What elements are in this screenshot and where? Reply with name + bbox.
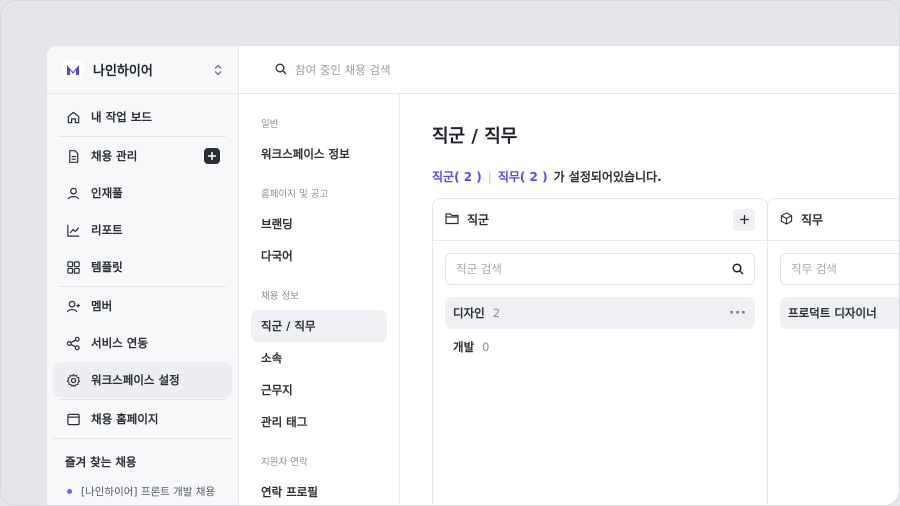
- favorite-item[interactable]: [나인하이어] 프론트 개발 채용: [47, 478, 238, 499]
- sidebar-item-label: 멤버: [91, 299, 113, 313]
- submenu-group-title: 일반: [261, 119, 279, 130]
- app-window: 나인하이어 내 작업 보드 채용 관리 인재풀 리포트 템플릿 멤버 서비스 연…: [46, 45, 899, 505]
- gear-icon: [65, 372, 81, 388]
- summary-separator: |: [487, 169, 492, 184]
- job-group-panel: 직군 디자인 2 ··· 개발: [432, 198, 768, 505]
- submenu-item-workspace-info[interactable]: 워크스페이스 정보: [251, 138, 387, 170]
- sidebar-item-dashboard[interactable]: 내 작업 보드: [53, 99, 232, 135]
- add-job-group-button[interactable]: [733, 208, 755, 231]
- sidebar-item-label: 서비스 연동: [91, 336, 148, 350]
- search-icon[interactable]: [732, 260, 744, 279]
- sidebar-item-member[interactable]: 멤버: [53, 288, 232, 324]
- job-role-panel-title: 직무: [801, 213, 824, 227]
- job-group-count-link[interactable]: 직군( 2 ): [432, 168, 482, 185]
- submenu-item-branding[interactable]: 브랜딩: [251, 208, 387, 240]
- grid-icon: [65, 259, 81, 275]
- workspace-switcher[interactable]: 나인하이어: [47, 46, 238, 94]
- browser-window-icon: [65, 411, 81, 427]
- sidebar-item-label: 템플릿: [91, 260, 123, 274]
- divider: [59, 286, 226, 287]
- job-role-search-input[interactable]: [791, 262, 899, 276]
- submenu-item-workplace[interactable]: 근무지: [251, 374, 387, 406]
- job-role-search-field[interactable]: [780, 253, 899, 285]
- app-frame: 나인하이어 내 작업 보드 채용 관리 인재풀 리포트 템플릿 멤버 서비스 연…: [0, 0, 900, 506]
- sidebar-item-workspace-settings[interactable]: 워크스페이스 설정: [53, 362, 232, 398]
- submenu-item-affiliation[interactable]: 소속: [251, 342, 387, 374]
- job-group-name: 디자인: [453, 306, 485, 320]
- job-role-panel: 직무 프로덕트 디자이너: [767, 198, 899, 505]
- divider: [59, 399, 226, 400]
- page-title: 직군 / 직무: [432, 126, 518, 147]
- sidebar-item-label: 채용 홈페이지: [91, 412, 159, 426]
- submenu-group-title: 채용 정보: [261, 291, 299, 302]
- settings-submenu: 일반 워크스페이스 정보 홈페이지 및 공고 브랜딩 다국어 채용 정보 직군 …: [239, 94, 400, 505]
- global-search-placeholder: 참여 중인 채용 검색: [295, 62, 391, 77]
- sidebar-item-integration[interactable]: 서비스 연동: [53, 325, 232, 361]
- job-role-name: 프로덕트 디자이너: [788, 306, 877, 320]
- job-group-name: 개발: [453, 340, 475, 354]
- summary-suffix: 가 설정되어있습니다.: [553, 170, 662, 184]
- workspace-logo-icon: [63, 59, 83, 80]
- job-role-count-link[interactable]: 직무( 2 ): [498, 168, 548, 185]
- sidebar-item-label: 인재풀: [91, 186, 123, 200]
- sidebar: 나인하이어 내 작업 보드 채용 관리 인재풀 리포트 템플릿 멤버 서비스 연…: [47, 46, 239, 505]
- user-icon: [65, 185, 81, 201]
- folder-icon: [445, 210, 459, 229]
- main-content: 직군 / 직무 직군( 2 ) | 직무( 2 ) 가 설정되어있습니다. 직군: [400, 94, 899, 505]
- workspace-name: 나인하이어: [93, 64, 153, 79]
- job-group-search-field[interactable]: [445, 253, 755, 285]
- share-icon: [65, 335, 81, 351]
- more-options-icon[interactable]: ···: [729, 306, 747, 321]
- job-group-count: 2: [492, 306, 501, 320]
- sidebar-item-label: 리포트: [91, 223, 123, 237]
- home-icon: [65, 109, 81, 125]
- job-group-row[interactable]: 개발 0: [445, 331, 755, 363]
- submenu-item-manage-tags[interactable]: 관리 태그: [251, 406, 387, 438]
- sidebar-item-career-site[interactable]: 채용 홈페이지: [53, 401, 232, 437]
- sidebar-item-label: 워크스페이스 설정: [91, 373, 180, 387]
- job-group-panel-title: 직군: [467, 213, 490, 227]
- chart-line-icon: [65, 222, 81, 238]
- search-icon: [275, 60, 287, 79]
- sidebar-item-recruiting[interactable]: 채용 관리: [53, 138, 232, 174]
- sidebar-item-label: 채용 관리: [91, 149, 138, 163]
- job-role-row[interactable]: 프로덕트 디자이너: [780, 297, 899, 329]
- favorites-title: 즐겨 찾는 채용: [65, 455, 137, 469]
- divider: [59, 136, 226, 137]
- cube-icon: [780, 210, 793, 229]
- chevron-up-down-icon[interactable]: [214, 64, 222, 76]
- submenu-item-job-groups[interactable]: 직군 / 직무: [251, 310, 387, 342]
- job-group-count: 0: [482, 340, 490, 354]
- submenu-item-languages[interactable]: 다국어: [251, 240, 387, 272]
- sidebar-item-talent-pool[interactable]: 인재풀: [53, 175, 232, 211]
- user-plus-icon: [65, 298, 81, 314]
- sidebar-item-report[interactable]: 리포트: [53, 212, 232, 248]
- job-group-row[interactable]: 디자인 2 ···: [445, 297, 755, 329]
- summary-text: 직군( 2 ) | 직무( 2 ) 가 설정되어있습니다.: [432, 168, 662, 185]
- sidebar-nav: 내 작업 보드 채용 관리 인재풀 리포트 템플릿 멤버 서비스 연동 워크스페…: [47, 94, 238, 437]
- sidebar-item-label: 내 작업 보드: [91, 110, 152, 124]
- submenu-group-title: 지원자 연락: [261, 457, 308, 468]
- submenu-group-title: 홈페이지 및 공고: [261, 189, 329, 200]
- add-recruiting-button[interactable]: [204, 148, 220, 164]
- job-role-panel-header: 직무: [768, 199, 899, 241]
- job-group-panel-header: 직군: [433, 199, 767, 241]
- job-group-search-input[interactable]: [456, 262, 732, 276]
- divider: [53, 438, 232, 439]
- submenu-item-contact-profile[interactable]: 연락 프로필: [251, 476, 387, 505]
- global-search-bar[interactable]: 참여 중인 채용 검색: [239, 46, 899, 94]
- sidebar-item-template[interactable]: 템플릿: [53, 249, 232, 285]
- document-icon: [65, 148, 81, 164]
